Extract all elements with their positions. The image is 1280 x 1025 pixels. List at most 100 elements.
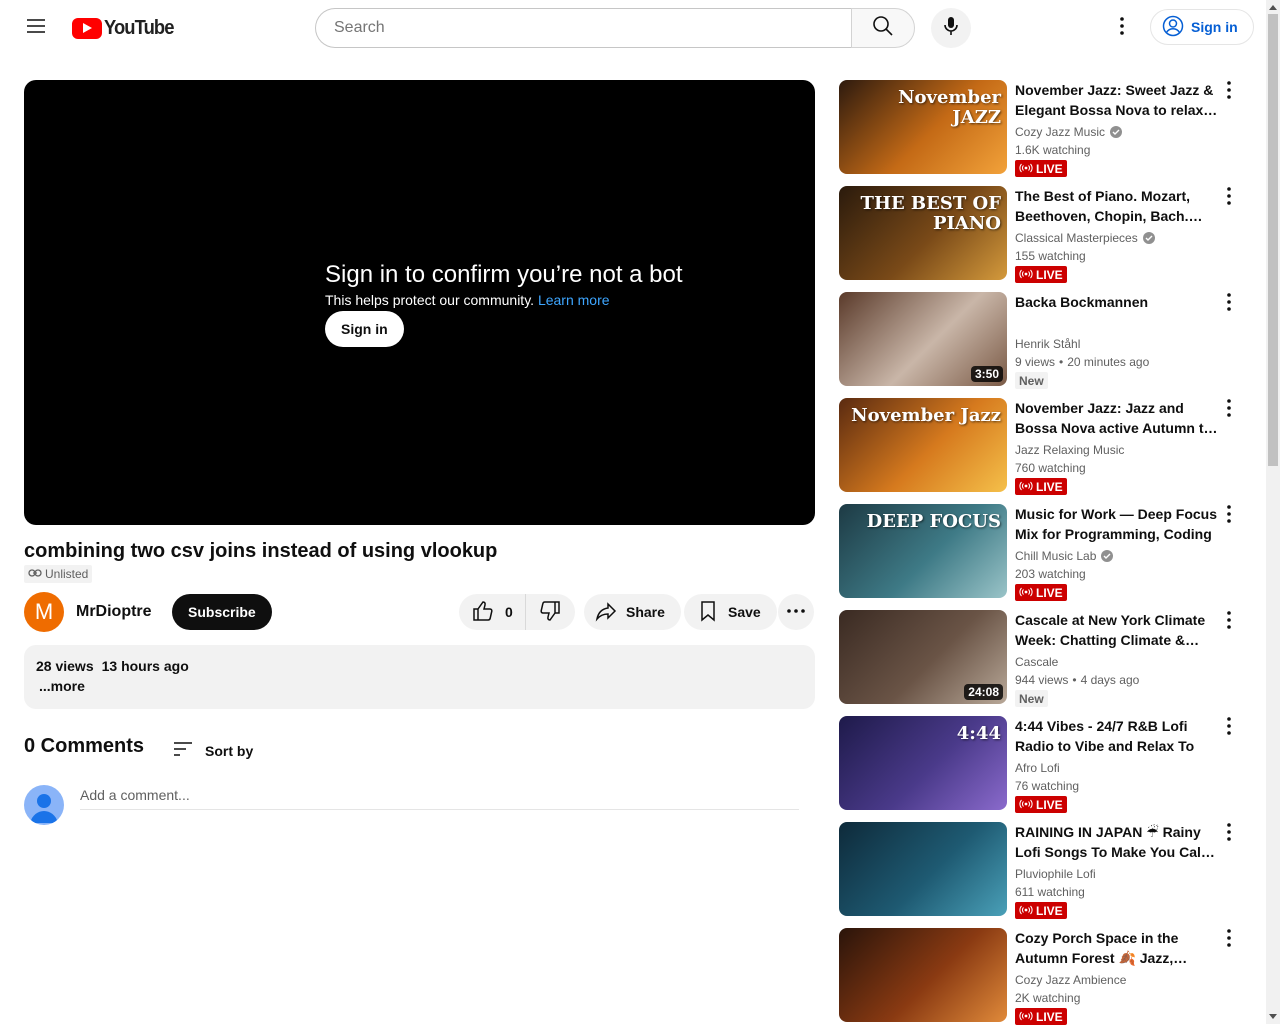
show-more-link[interactable]: ...more xyxy=(39,678,803,694)
recommendation-item[interactable]: 4:44 4:44 Vibes - 24/7 R&B Lofi Radio to … xyxy=(839,716,1249,813)
recommendation-item[interactable]: 3:50 Backa Bockmannen Henrik Ståhl 9 views2… xyxy=(839,292,1249,389)
recommendation-channel[interactable]: Classical Masterpieces xyxy=(1015,231,1155,245)
recommendation-item[interactable]: RAINING IN JAPAN ☔ Rainy Lofi Songs To M… xyxy=(839,822,1249,919)
recommendation-title[interactable]: 4:44 Vibes - 24/7 R&B Lofi Radio to Vibe… xyxy=(1015,716,1221,756)
channel-label: Cascale xyxy=(1015,655,1059,669)
learn-more-link[interactable]: Learn more xyxy=(538,292,610,308)
share-button[interactable]: Share xyxy=(584,594,681,630)
recommendation-channel[interactable]: Pluviophile Lofi xyxy=(1015,867,1096,881)
player-sign-in-button[interactable]: Sign in xyxy=(325,311,404,347)
recommendation-item[interactable]: DEEP FOCUS Music for Work — Deep Focus Mi… xyxy=(839,504,1249,601)
video-thumbnail[interactable]: November Jazz xyxy=(839,398,1007,492)
bot-check-text: This helps protect our community. xyxy=(325,292,535,308)
thumbnail-text: November Jazz xyxy=(851,405,1001,426)
recommendation-title[interactable]: November Jazz: Jazz and Bossa Nova activ… xyxy=(1015,398,1221,438)
upload-date: 13 hours ago xyxy=(101,658,189,674)
video-thumbnail[interactable]: THE BEST OF PIANO xyxy=(839,186,1007,280)
search-icon xyxy=(871,14,895,43)
recommendation-channel[interactable]: Henrik Ståhl xyxy=(1015,337,1080,351)
video-thumbnail[interactable]: 4:44 xyxy=(839,716,1007,810)
recommendation-title[interactable]: The Best of Piano. Mozart, Beethoven, Ch… xyxy=(1015,186,1221,226)
video-thumbnail[interactable] xyxy=(839,928,1007,1022)
more-horizontal-icon xyxy=(784,599,808,626)
recommendation-menu-button[interactable] xyxy=(1217,398,1241,422)
recommendation-channel[interactable]: Jazz Relaxing Music xyxy=(1015,443,1124,457)
recommendation-channel[interactable]: Cozy Jazz Music xyxy=(1015,125,1123,139)
scrollbar-thumb[interactable] xyxy=(1268,14,1278,466)
recommendation-title[interactable]: Backa Bockmannen xyxy=(1015,292,1221,312)
recommendation-meta: 76 watching xyxy=(1015,779,1079,793)
recommendation-title[interactable]: Music for Work — Deep Focus Mix for Prog… xyxy=(1015,504,1221,544)
recommendation-menu-button[interactable] xyxy=(1217,292,1241,316)
recommendation-title[interactable]: November Jazz: Sweet Jazz & Elegant Boss… xyxy=(1015,80,1221,120)
video-thumbnail[interactable]: 3:50 xyxy=(839,292,1007,386)
meta-views: 2K watching xyxy=(1015,991,1081,1005)
recommendation-channel[interactable]: Cozy Jazz Ambience xyxy=(1015,973,1126,987)
recommendation-menu-button[interactable] xyxy=(1217,610,1241,634)
settings-menu-button[interactable] xyxy=(1102,8,1142,48)
live-badge: LIVE xyxy=(1015,796,1067,813)
scroll-up-arrow[interactable] xyxy=(1268,2,1278,12)
recommendation-title[interactable]: Cozy Porch Space in the Autumn Forest 🍂 … xyxy=(1015,928,1221,968)
recommendation-menu-button[interactable] xyxy=(1217,822,1241,846)
share-label: Share xyxy=(626,604,665,620)
sort-label: Sort by xyxy=(205,742,254,759)
video-thumbnail[interactable] xyxy=(839,822,1007,916)
scroll-down-arrow[interactable] xyxy=(1268,1012,1278,1022)
live-badge: LIVE xyxy=(1015,160,1067,177)
add-comment-input[interactable]: Add a comment... xyxy=(80,787,799,810)
sort-comments-button[interactable]: Sort by xyxy=(171,737,291,764)
live-broadcast-icon xyxy=(1019,480,1033,494)
recommendation-item[interactable]: Cozy Porch Space in the Autumn Forest 🍂 … xyxy=(839,928,1249,1025)
recommendation-channel[interactable]: Cascale xyxy=(1015,655,1058,669)
logo-text: YouTube xyxy=(104,16,174,39)
subscribe-button[interactable]: Subscribe xyxy=(172,594,272,630)
save-button[interactable]: Save xyxy=(684,594,777,630)
search-input[interactable] xyxy=(332,18,835,38)
more-actions-button[interactable] xyxy=(778,594,814,630)
sort-icon xyxy=(171,737,195,764)
recommendation-title[interactable]: RAINING IN JAPAN ☔ Rainy Lofi Songs To M… xyxy=(1015,822,1221,862)
live-badge: LIVE xyxy=(1015,266,1067,283)
live-badge: LIVE xyxy=(1015,1008,1067,1025)
new-badge: New xyxy=(1015,690,1048,707)
channel-avatar[interactable]: M xyxy=(24,592,64,632)
description-box[interactable]: 28 views 13 hours ago ...more xyxy=(24,645,815,709)
channel-name[interactable]: MrDioptre xyxy=(76,603,152,621)
recommendation-menu-button[interactable] xyxy=(1217,186,1241,210)
recommendation-menu-button[interactable] xyxy=(1217,716,1241,740)
recommendation-channel[interactable]: Afro Lofi xyxy=(1015,761,1060,775)
recommendation-item[interactable]: THE BEST OF PIANO The Best of Piano. Moza… xyxy=(839,186,1249,283)
recommendation-item[interactable]: November JAZZ November Jazz: Sweet Jazz &… xyxy=(839,80,1249,177)
recommendation-menu-button[interactable] xyxy=(1217,80,1241,104)
verified-check-icon xyxy=(1110,126,1123,138)
video-duration: 24:08 xyxy=(964,684,1003,700)
video-thumbnail[interactable]: DEEP FOCUS xyxy=(839,504,1007,598)
live-broadcast-icon xyxy=(1019,162,1033,176)
video-player[interactable]: Sign in to confirm you’re not a bot This… xyxy=(24,80,815,525)
live-label: LIVE xyxy=(1036,585,1063,600)
guide-menu-button[interactable] xyxy=(16,8,56,48)
meta-views: 155 watching xyxy=(1015,249,1086,263)
sign-in-button[interactable]: Sign in xyxy=(1150,9,1254,45)
recommendation-menu-button[interactable] xyxy=(1217,928,1241,952)
voice-search-button[interactable] xyxy=(931,8,971,48)
meta-views: 760 watching xyxy=(1015,461,1086,475)
youtube-logo[interactable]: YouTube xyxy=(72,17,180,39)
channel-label: Henrik Ståhl xyxy=(1015,337,1081,351)
like-button[interactable]: 0 xyxy=(459,594,526,630)
recommendation-item[interactable]: 24:08 Cascale at New York Climate Week: C… xyxy=(839,610,1249,707)
unlisted-badge: Unlisted xyxy=(24,565,93,583)
bot-check-title: Sign in to confirm you’re not a bot xyxy=(325,261,683,288)
recommendation-menu-button[interactable] xyxy=(1217,504,1241,528)
dislike-button[interactable] xyxy=(526,594,575,630)
recommendation-title[interactable]: Cascale at New York Climate Week: Chatti… xyxy=(1015,610,1221,650)
search-button[interactable] xyxy=(851,8,915,48)
video-duration: 3:50 xyxy=(970,366,1003,382)
recommendation-channel[interactable]: Chill Music Lab xyxy=(1015,549,1114,563)
video-thumbnail[interactable]: 24:08 xyxy=(839,610,1007,704)
meta-views: 76 watching xyxy=(1015,779,1080,793)
recommendation-item[interactable]: November Jazz November Jazz: Jazz and Bos… xyxy=(839,398,1249,495)
video-thumbnail[interactable]: November JAZZ xyxy=(839,80,1007,174)
unlisted-label: Unlisted xyxy=(45,567,89,581)
